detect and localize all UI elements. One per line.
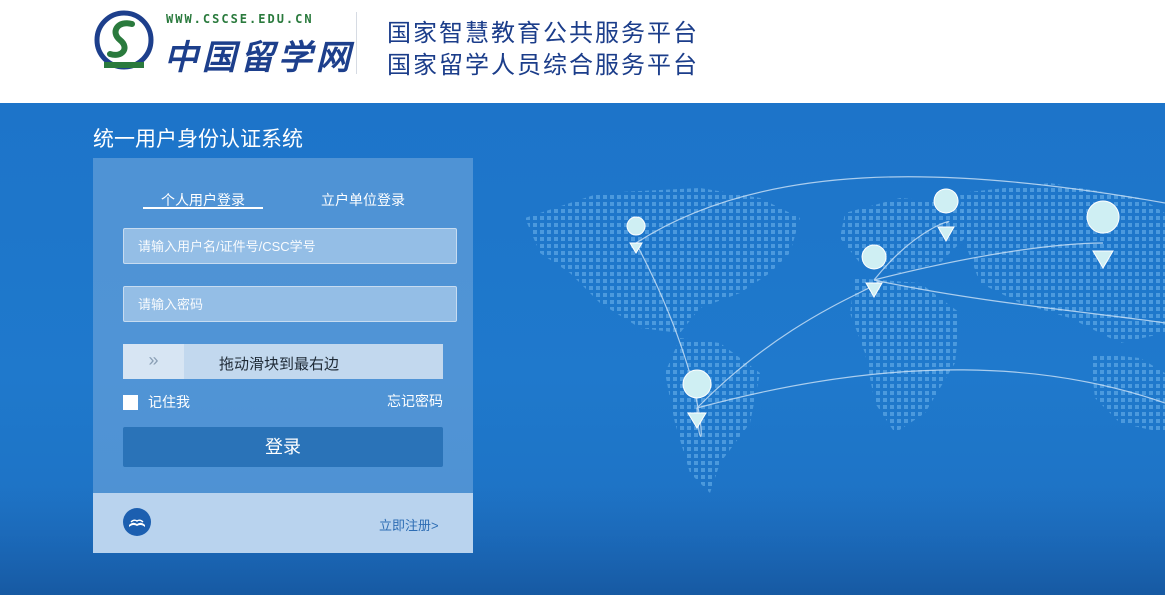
tab-unit-login[interactable]: 立户单位登录 xyxy=(321,190,405,210)
login-panel-footer: 立即注册> xyxy=(93,493,473,553)
continent-dots xyxy=(525,183,1165,493)
username-input[interactable] xyxy=(123,228,457,264)
platform-title-2: 国家留学人员综合服务平台 xyxy=(387,52,699,79)
slider-captcha[interactable]: » 拖动滑块到最右边 xyxy=(123,344,443,379)
slider-handle[interactable]: » xyxy=(123,344,184,379)
register-link[interactable]: 立即注册> xyxy=(379,515,439,534)
password-input[interactable] xyxy=(123,286,457,322)
slider-instruction: 拖动滑块到最右边 xyxy=(219,356,340,373)
remember-me[interactable]: 记住我 xyxy=(123,392,190,412)
remember-me-label[interactable]: 记住我 xyxy=(148,392,190,412)
forgot-password-link[interactable]: 忘记密码 xyxy=(387,391,443,411)
platform-title-1: 国家智慧教育公共服务平台 xyxy=(387,20,699,47)
cscse-logo-icon[interactable] xyxy=(92,10,156,74)
login-panel: 个人用户登录 立户单位登录 » 拖动滑块到最右边 记住我 忘记密码 登录 xyxy=(93,158,473,493)
logo-name[interactable]: 中国留学网 xyxy=(164,30,354,79)
active-tab-indicator xyxy=(143,207,263,209)
site-header: WWW.CSCSE.EDU.CN 中国留学网 国家智慧教育公共服务平台 国家留学… xyxy=(0,0,1165,103)
hero-background: 统一用户身份认证系统 个人用户登录 立户单位登录 » 拖动滑块到最右边 记住我 … xyxy=(0,103,1165,595)
login-button[interactable]: 登录 xyxy=(123,427,443,467)
open-book-icon xyxy=(123,508,151,536)
header-divider xyxy=(356,12,357,74)
system-title: 统一用户身份认证系统 xyxy=(93,128,303,151)
remember-me-checkbox[interactable] xyxy=(123,394,138,410)
logo-url-text: WWW.CSCSE.EDU.CN xyxy=(166,12,314,26)
